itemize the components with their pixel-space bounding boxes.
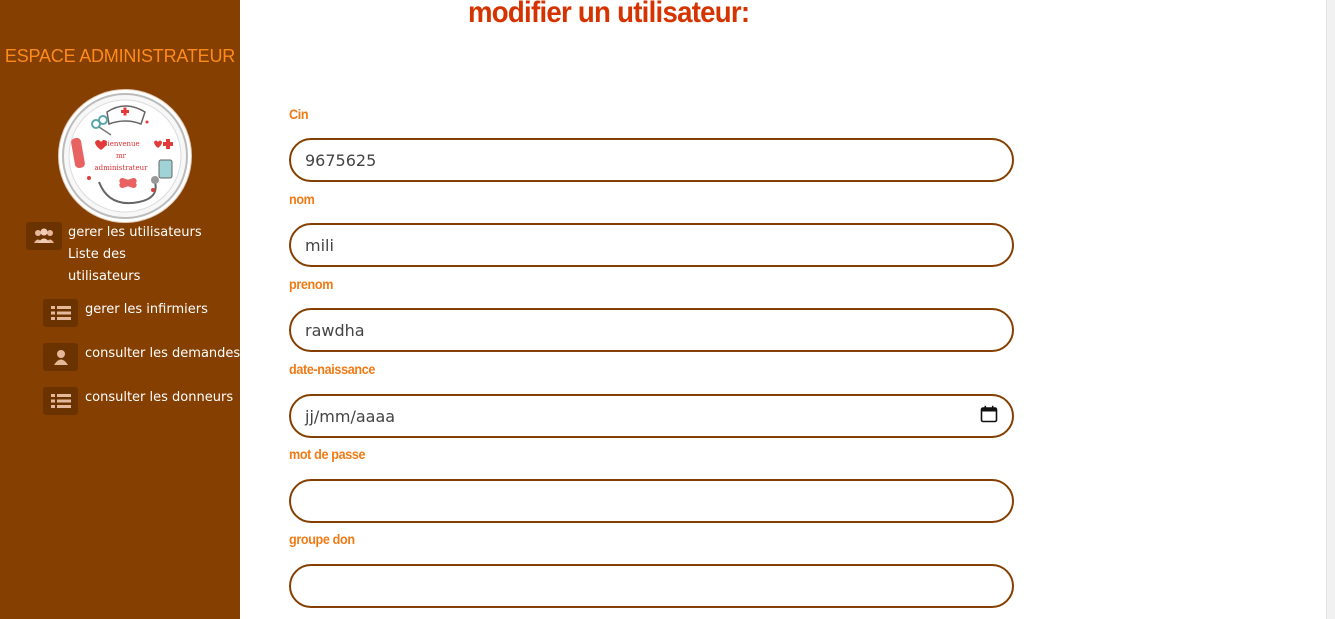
sidebar-item-consulter-demandes[interactable]: consulter les demandes [43,343,240,371]
groupe-don-input[interactable] [289,564,1014,608]
mot-de-passe-input[interactable] [289,479,1014,523]
nom-value: mili [305,235,334,255]
list-icon [43,387,78,415]
avatar-text-3: administrateur [94,164,148,172]
users-icon [26,222,62,250]
user-icon [43,343,78,371]
date-naissance-label: date-naissance [289,361,376,377]
nom-label: nom [289,191,315,207]
avatar-text-1: Bienvenue [102,140,139,148]
sidebar: ESPACE ADMINISTRATEUR Bienvenue mr admin… [0,0,240,619]
calendar-icon[interactable] [980,405,998,427]
sidebar-item-label: consulter les demandes [85,346,240,361]
admin-avatar: Bienvenue mr administrateur [59,90,191,222]
svg-text:Bienvenue: Bienvenue [102,140,139,148]
sidebar-item-label: gerer les infirmiers [85,302,208,317]
cin-label: Cin [289,106,309,122]
list-icon [43,299,78,327]
date-naissance-value: jj/mm/aaaa [305,406,396,426]
vertical-scrollbar[interactable] [1326,0,1335,619]
sidebar-title: ESPACE ADMINISTRATEUR [4,46,236,66]
avatar-text-2: mr [116,152,127,160]
sidebar-item-consulter-donneurs[interactable]: consulter les donneurs [43,387,240,415]
date-naissance-input[interactable]: jj/mm/aaaa [289,394,1014,438]
groupe-don-label: groupe don [289,531,355,547]
svg-text:mr: mr [116,152,127,160]
mot-de-passe-label: mot de passe [289,446,366,462]
sidebar-item-label: gerer les utilisateurs [68,225,202,240]
sidebar-item-gerer-utilisateurs[interactable]: gerer les utilisateurs Liste des utilisa… [26,222,240,288]
svg-text:administrateur: administrateur [94,164,148,172]
main-content: modifier un utilisateur: Cin 9675625 nom… [240,0,1327,619]
cin-value: 9675625 [305,150,377,170]
page-title: modifier un utilisateur: [468,0,750,29]
cin-input[interactable]: 9675625 [289,138,1014,182]
sidebar-subitem-liste-2[interactable]: utilisateurs [68,266,140,288]
sidebar-subitem-liste[interactable]: Liste des [68,244,126,266]
prenom-input[interactable]: rawdha [289,308,1014,352]
sidebar-item-gerer-infirmiers[interactable]: gerer les infirmiers [43,299,240,327]
sidebar-item-label: consulter les donneurs [85,390,234,405]
prenom-value: rawdha [305,320,365,340]
prenom-label: prenom [289,276,334,292]
nom-input[interactable]: mili [289,223,1014,267]
